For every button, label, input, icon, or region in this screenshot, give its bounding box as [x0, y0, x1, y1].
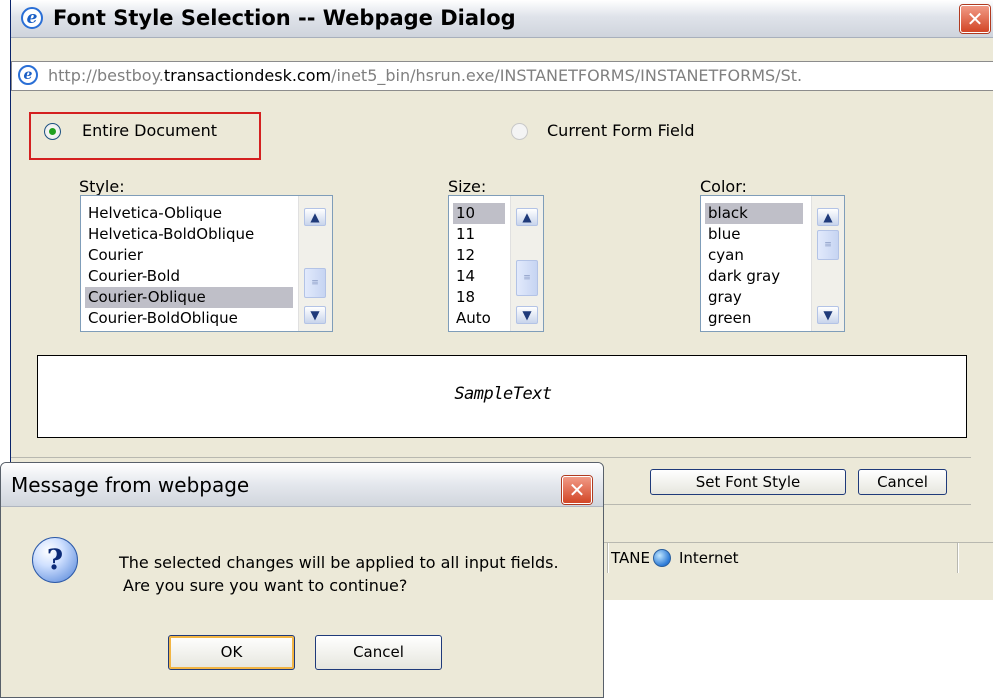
style-listbox[interactable]: Helvetica-Oblique Helvetica-BoldOblique … [80, 195, 333, 332]
address-bar: e http://bestboy.transactiondesk.com/ine… [11, 61, 993, 91]
scroll-down-icon[interactable]: ▼ [516, 306, 538, 324]
address-url: http://bestboy.transactiondesk.com/inet5… [48, 66, 803, 85]
ie-icon: e [18, 65, 38, 85]
list-item[interactable]: Helvetica-BoldOblique [85, 224, 257, 245]
style-scrollbar[interactable]: ▲ ≡ ▼ [298, 196, 332, 331]
set-font-style-button[interactable]: Set Font Style [650, 469, 846, 495]
list-item[interactable]: cyan [705, 245, 747, 266]
status-zone-fragment: TANE [611, 549, 650, 567]
list-item[interactable]: 12 [453, 245, 478, 266]
color-listbox[interactable]: black blue cyan dark gray gray green ▲ ≡… [700, 195, 845, 332]
scroll-thumb[interactable]: ≡ [304, 268, 326, 298]
status-divider [607, 543, 609, 573]
list-item[interactable]: 14 [453, 266, 478, 287]
list-item[interactable]: Courier-BoldOblique [85, 308, 241, 329]
message-box: Message from webpage ✕ ? The selected ch… [0, 462, 604, 698]
list-item[interactable]: Courier-Bold [85, 266, 183, 287]
scroll-up-icon[interactable]: ▲ [516, 208, 538, 226]
dialog-titlebar[interactable]: e Font Style Selection -- Webpage Dialog… [11, 0, 993, 38]
message-cancel-button[interactable]: Cancel [315, 635, 442, 670]
color-scrollbar[interactable]: ▲ ≡ ▼ [811, 196, 844, 331]
list-item[interactable]: blue [705, 224, 743, 245]
message-titlebar[interactable]: Message from webpage ✕ [1, 463, 603, 507]
current-form-field-radio[interactable] [511, 123, 528, 140]
list-item-selected[interactable]: black [705, 203, 803, 224]
list-item[interactable]: gray [705, 287, 745, 308]
list-item-selected[interactable]: 10 [453, 203, 505, 224]
ie-icon: e [21, 7, 43, 29]
message-line-2: Are you sure you want to continue? [123, 576, 408, 595]
list-item[interactable]: Helvetica-Oblique [85, 203, 225, 224]
close-icon[interactable]: ✕ [960, 5, 990, 33]
scroll-down-icon[interactable]: ▼ [304, 306, 326, 324]
scroll-thumb[interactable]: ≡ [516, 260, 538, 296]
globe-icon [653, 549, 671, 567]
status-zone: Internet [679, 549, 739, 567]
scroll-up-icon[interactable]: ▲ [304, 208, 326, 226]
close-icon[interactable]: ✕ [562, 476, 592, 504]
entire-document-radio[interactable] [44, 123, 61, 140]
list-item[interactable]: green [705, 308, 754, 329]
cancel-button[interactable]: Cancel [858, 469, 947, 495]
current-form-field-label[interactable]: Current Form Field [547, 121, 695, 140]
list-item-selected[interactable]: Courier-Oblique [85, 287, 293, 308]
radio-selected-dot [49, 128, 56, 135]
list-item[interactable]: Auto [453, 308, 494, 329]
dialog-title: Font Style Selection -- Webpage Dialog [53, 6, 516, 30]
scroll-up-icon[interactable]: ▲ [817, 208, 839, 226]
scroll-thumb[interactable]: ≡ [817, 230, 839, 260]
scroll-down-icon[interactable]: ▼ [817, 306, 839, 324]
list-item[interactable]: Courier [85, 245, 146, 266]
size-scrollbar[interactable]: ▲ ≡ ▼ [510, 196, 543, 331]
size-label: Size: [448, 177, 487, 196]
entire-document-label[interactable]: Entire Document [82, 121, 217, 140]
size-listbox[interactable]: 10 11 12 14 18 Auto ▲ ≡ ▼ [448, 195, 544, 332]
sample-text: SampleText [454, 384, 552, 404]
list-item[interactable]: dark gray [705, 266, 783, 287]
status-divider [957, 543, 959, 573]
style-label: Style: [79, 177, 125, 196]
list-item[interactable]: 11 [453, 224, 478, 245]
list-item[interactable]: 18 [453, 287, 478, 308]
message-title: Message from webpage [11, 473, 250, 497]
ok-button[interactable]: OK [168, 635, 295, 670]
sample-preview: SampleText [37, 355, 967, 438]
question-icon: ? [32, 537, 78, 583]
message-line-1: The selected changes will be applied to … [119, 553, 559, 572]
color-label: Color: [700, 177, 747, 196]
